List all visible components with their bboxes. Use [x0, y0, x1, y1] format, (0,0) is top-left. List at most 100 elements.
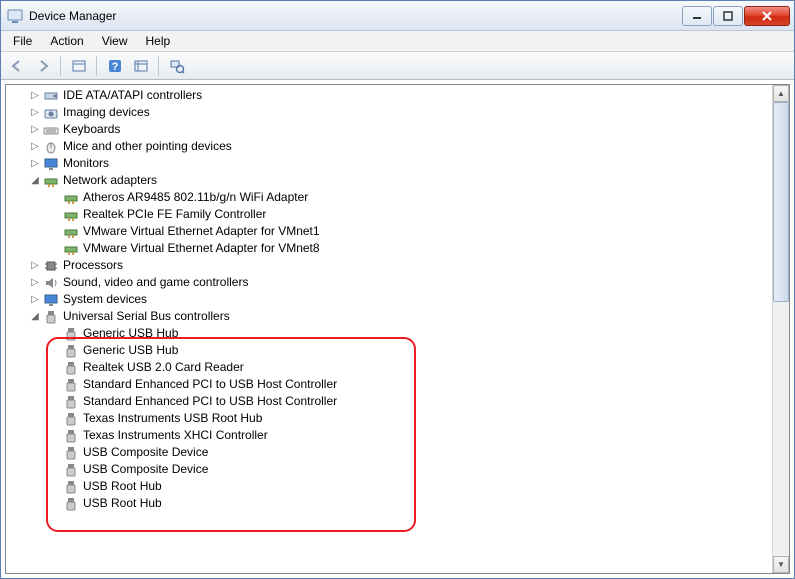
window-title: Device Manager	[29, 9, 682, 23]
node-label: Keyboards	[63, 121, 120, 138]
tree-node-usb-child[interactable]: Generic USB Hub	[14, 342, 789, 359]
node-label: Sound, video and game controllers	[63, 274, 248, 291]
scroll-up-button[interactable]: ▲	[773, 85, 789, 102]
collapse-icon[interactable]: ◢	[28, 174, 42, 188]
usb-device-icon	[63, 326, 79, 342]
toolbar-separator	[158, 56, 160, 76]
close-button[interactable]	[744, 6, 790, 26]
usb-device-icon	[63, 479, 79, 495]
node-label: Standard Enhanced PCI to USB Host Contro…	[83, 393, 337, 410]
node-label: USB Composite Device	[83, 444, 208, 461]
tree-node-usb-child[interactable]: Realtek USB 2.0 Card Reader	[14, 359, 789, 376]
tree-node-network-child[interactable]: Realtek PCIe FE Family Controller	[14, 206, 789, 223]
node-label: Atheros AR9485 802.11b/g/n WiFi Adapter	[83, 189, 308, 206]
tree-node-usb-child[interactable]: Texas Instruments XHCI Controller	[14, 427, 789, 444]
tree-node-ide[interactable]: ▷ IDE ATA/ATAPI controllers	[14, 87, 789, 104]
system-icon	[43, 292, 59, 308]
tree-node-usb-child[interactable]: Texas Instruments USB Root Hub	[14, 410, 789, 427]
node-label: Texas Instruments USB Root Hub	[83, 410, 262, 427]
tree-node-usb-child[interactable]: USB Root Hub	[14, 495, 789, 512]
back-button[interactable]	[5, 55, 29, 77]
node-label: VMware Virtual Ethernet Adapter for VMne…	[83, 240, 320, 257]
vertical-scrollbar[interactable]: ▲ ▼	[772, 85, 789, 573]
expand-icon[interactable]: ▷	[28, 140, 42, 154]
node-label: Mice and other pointing devices	[63, 138, 232, 155]
tree-node-network-child[interactable]: Atheros AR9485 802.11b/g/n WiFi Adapter	[14, 189, 789, 206]
node-label: Texas Instruments XHCI Controller	[83, 427, 268, 444]
content-area: ▷ IDE ATA/ATAPI controllers ▷ Imaging de…	[1, 80, 794, 578]
tree-node-usb-child[interactable]: Generic USB Hub	[14, 325, 789, 342]
tree-node-usb-child[interactable]: Standard Enhanced PCI to USB Host Contro…	[14, 393, 789, 410]
tree-node-usb-child[interactable]: Standard Enhanced PCI to USB Host Contro…	[14, 376, 789, 393]
help-button[interactable]: ?	[103, 55, 127, 77]
window-controls	[682, 6, 790, 26]
maximize-button[interactable]	[713, 6, 743, 26]
node-label: Network adapters	[63, 172, 157, 189]
menu-file[interactable]: File	[5, 32, 40, 50]
scroll-track-gap[interactable]	[773, 302, 789, 556]
tree-node-network-child[interactable]: VMware Virtual Ethernet Adapter for VMne…	[14, 223, 789, 240]
menu-help[interactable]: Help	[138, 32, 179, 50]
scroll-down-button[interactable]: ▼	[773, 556, 789, 573]
properties-button[interactable]	[129, 55, 153, 77]
menu-action[interactable]: Action	[42, 32, 91, 50]
node-label: Universal Serial Bus controllers	[63, 308, 230, 325]
node-label: Generic USB Hub	[83, 325, 178, 342]
svg-text:?: ?	[112, 61, 119, 73]
expand-icon[interactable]: ▷	[28, 89, 42, 103]
expand-icon[interactable]: ▷	[28, 259, 42, 273]
tree-node-usb-child[interactable]: USB Composite Device	[14, 444, 789, 461]
tree-node-system[interactable]: ▷ System devices	[14, 291, 789, 308]
network-adapter-icon	[63, 241, 79, 257]
node-label: Realtek USB 2.0 Card Reader	[83, 359, 244, 376]
collapse-icon[interactable]: ◢	[28, 310, 42, 324]
expand-icon[interactable]: ▷	[28, 106, 42, 120]
tree-node-usb[interactable]: ◢ Universal Serial Bus controllers	[14, 308, 789, 325]
usb-device-icon	[63, 496, 79, 512]
tree-node-monitors[interactable]: ▷ Monitors	[14, 155, 789, 172]
tree-node-mice[interactable]: ▷ Mice and other pointing devices	[14, 138, 789, 155]
node-label: Monitors	[63, 155, 109, 172]
node-label: USB Composite Device	[83, 461, 208, 478]
titlebar: Device Manager	[1, 1, 794, 31]
menubar: File Action View Help	[1, 31, 794, 52]
show-hidden-button[interactable]	[67, 55, 91, 77]
tree-node-network-child[interactable]: VMware Virtual Ethernet Adapter for VMne…	[14, 240, 789, 257]
expand-icon[interactable]: ▷	[28, 276, 42, 290]
usb-device-icon	[63, 411, 79, 427]
node-label: USB Root Hub	[83, 478, 162, 495]
scroll-thumb[interactable]	[773, 102, 789, 302]
processor-icon	[43, 258, 59, 274]
expand-icon[interactable]: ▷	[28, 123, 42, 137]
menu-view[interactable]: View	[94, 32, 136, 50]
keyboard-icon	[43, 122, 59, 138]
network-adapter-icon	[63, 224, 79, 240]
forward-button[interactable]	[31, 55, 55, 77]
expand-icon[interactable]: ▷	[28, 157, 42, 171]
tree-pane: ▷ IDE ATA/ATAPI controllers ▷ Imaging de…	[5, 84, 790, 574]
tree-node-usb-child[interactable]: USB Root Hub	[14, 478, 789, 495]
minimize-button[interactable]	[682, 6, 712, 26]
toolbar-separator	[96, 56, 98, 76]
network-icon	[43, 173, 59, 189]
device-tree[interactable]: ▷ IDE ATA/ATAPI controllers ▷ Imaging de…	[6, 85, 789, 573]
mouse-icon	[43, 139, 59, 155]
node-label: Generic USB Hub	[83, 342, 178, 359]
network-adapter-icon	[63, 207, 79, 223]
expand-icon[interactable]: ▷	[28, 293, 42, 307]
tree-node-keyboards[interactable]: ▷ Keyboards	[14, 121, 789, 138]
tree-node-imaging[interactable]: ▷ Imaging devices	[14, 104, 789, 121]
tree-node-usb-child[interactable]: USB Composite Device	[14, 461, 789, 478]
sound-icon	[43, 275, 59, 291]
tree-node-network[interactable]: ◢ Network adapters	[14, 172, 789, 189]
node-label: IDE ATA/ATAPI controllers	[63, 87, 202, 104]
tree-node-sound[interactable]: ▷ Sound, video and game controllers	[14, 274, 789, 291]
scan-button[interactable]	[165, 55, 189, 77]
node-label: Realtek PCIe FE Family Controller	[83, 206, 266, 223]
usb-device-icon	[63, 462, 79, 478]
usb-device-icon	[63, 445, 79, 461]
usb-device-icon	[63, 343, 79, 359]
tree-node-processors[interactable]: ▷ Processors	[14, 257, 789, 274]
usb-device-icon	[63, 377, 79, 393]
node-label: Imaging devices	[63, 104, 150, 121]
